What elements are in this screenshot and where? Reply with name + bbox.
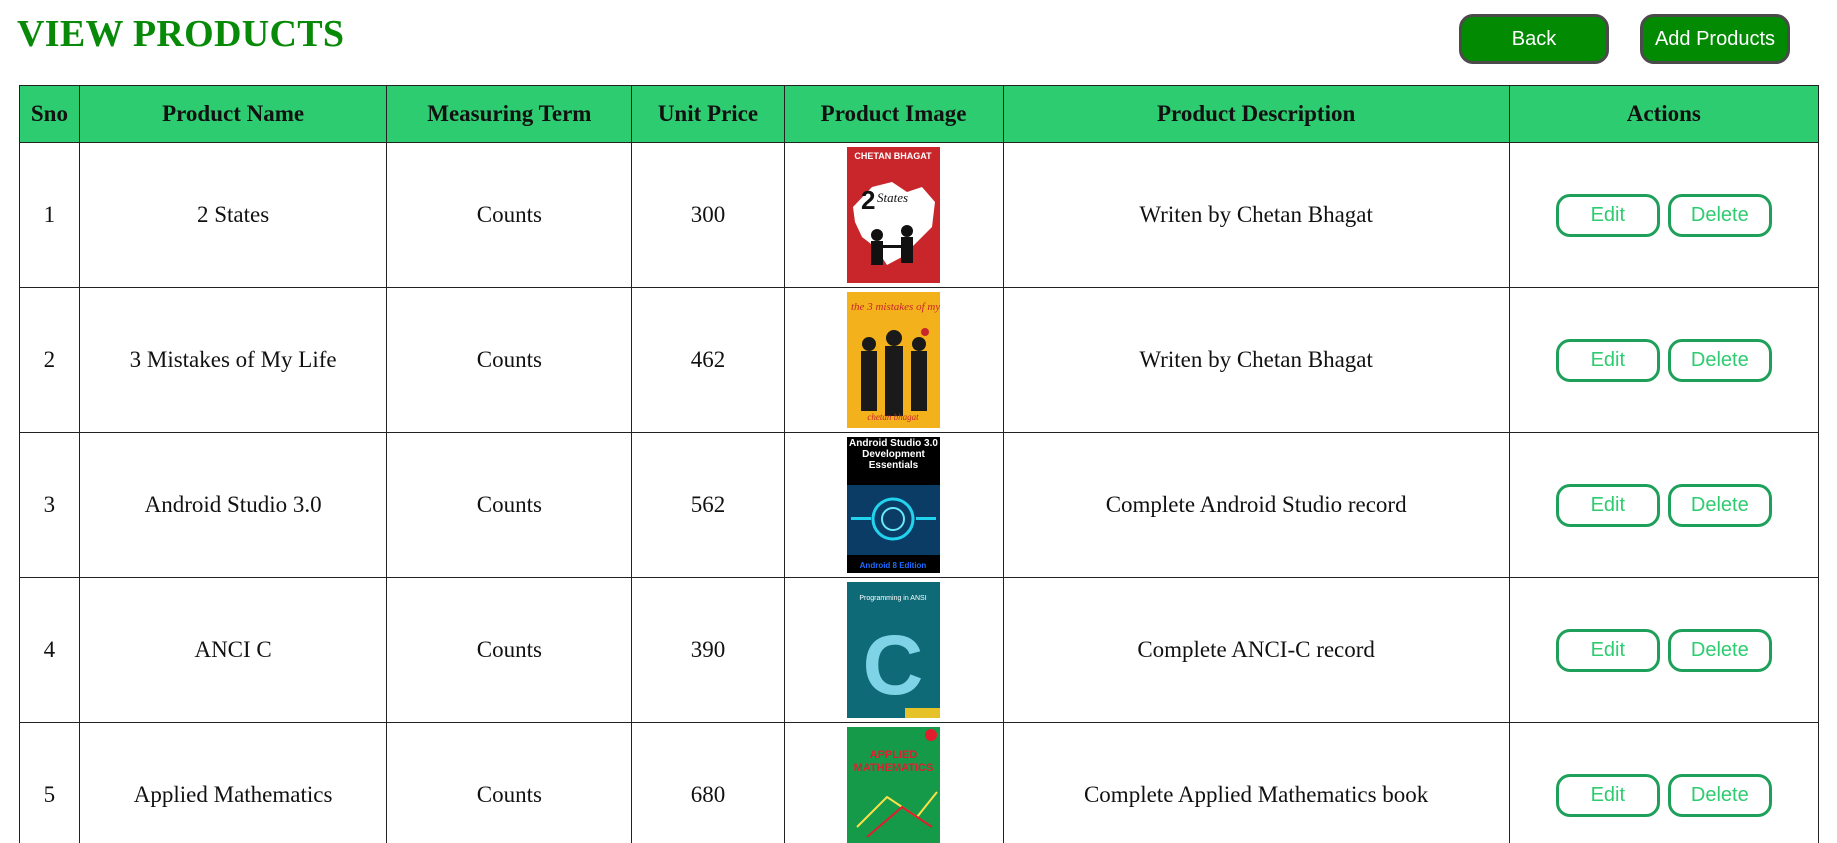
- cell-unit-price: 300: [631, 142, 785, 288]
- cell-measuring-term: Counts: [386, 142, 633, 288]
- view-products-page: VIEW PRODUCTS Back Add Products Sno Prod…: [0, 0, 1837, 843]
- row-actions: Edit Delete: [1510, 773, 1818, 817]
- cell-unit-price: 562: [631, 432, 785, 578]
- products-table: Sno Product Name Measuring Term Unit Pri…: [19, 85, 1820, 843]
- table-header-row: Sno Product Name Measuring Term Unit Pri…: [19, 85, 1820, 143]
- ansi-c-book-cover: Programming in ANSI C: [847, 582, 941, 718]
- android-studio-book-cover: Android Studio 3.0 Development Essential…: [847, 437, 941, 573]
- cell-sno: 1: [19, 142, 80, 288]
- table-row: 4 ANCI C Counts 390 Programming in ANSI …: [19, 577, 1820, 723]
- header-product-description: Product Description: [1002, 85, 1510, 143]
- delete-button[interactable]: Delete: [1667, 338, 1772, 382]
- header-actions: Actions: [1508, 85, 1820, 143]
- back-button[interactable]: Back: [1459, 14, 1609, 64]
- header-unit-price: Unit Price: [631, 85, 785, 143]
- add-products-button[interactable]: Add Products: [1640, 14, 1790, 64]
- cell-product-image: CHETAN BHAGAT 2 States: [783, 142, 1004, 288]
- cell-product-image: APPLIED MATHEMATICS: [783, 722, 1004, 843]
- page-title: VIEW PRODUCTS: [17, 13, 345, 55]
- cover-letter: C: [863, 618, 924, 712]
- cell-unit-price: 390: [631, 577, 785, 723]
- edit-button[interactable]: Edit: [1555, 338, 1660, 382]
- table-row: 5 Applied Mathematics Counts 680 APPLIED…: [19, 722, 1820, 843]
- cell-actions: Edit Delete: [1508, 142, 1820, 288]
- cell-actions: Edit Delete: [1508, 287, 1820, 433]
- edit-button[interactable]: Edit: [1555, 773, 1660, 817]
- edit-button[interactable]: Edit: [1555, 483, 1660, 527]
- table-row: 2 3 Mistakes of My Life Counts 462 the 3…: [19, 287, 1820, 433]
- cell-product-image: the 3 mistakes of my life chetan bhagat: [783, 287, 1004, 433]
- cell-sno: 3: [19, 432, 80, 578]
- cell-product-name: Applied Mathematics: [78, 722, 388, 843]
- edit-button[interactable]: Edit: [1555, 628, 1660, 672]
- cell-measuring-term: Counts: [386, 722, 633, 843]
- cover-edition: Android 8 Edition: [860, 561, 927, 570]
- table-row: 3 Android Studio 3.0 Counts 562 Android …: [19, 432, 1820, 578]
- cell-measuring-term: Counts: [386, 577, 633, 723]
- cover-title: APPLIED MATHEMATICS: [853, 749, 934, 774]
- 3-mistakes-book-cover: the 3 mistakes of my life chetan bhagat: [847, 292, 941, 428]
- cell-unit-price: 462: [631, 287, 785, 433]
- cover-author: chetan bhagat: [867, 412, 919, 422]
- cell-product-name: 2 States: [78, 142, 388, 288]
- delete-button[interactable]: Delete: [1667, 483, 1772, 527]
- table-row: 1 2 States Counts 300 CHETAN BHAGAT 2 St…: [19, 142, 1820, 288]
- cell-product-image: Android Studio 3.0 Development Essential…: [783, 432, 1004, 578]
- cover-title: CHETAN BHAGAT: [854, 151, 932, 161]
- cell-sno: 4: [19, 577, 80, 723]
- header-measuring-term: Measuring Term: [386, 85, 633, 143]
- applied-mathematics-book-cover: APPLIED MATHEMATICS: [847, 727, 941, 843]
- header-product-name: Product Name: [78, 85, 388, 143]
- cover-title: Android Studio 3.0 Development Essential…: [849, 438, 939, 471]
- row-actions: Edit Delete: [1510, 628, 1818, 672]
- cell-product-image: Programming in ANSI C: [783, 577, 1004, 723]
- delete-button[interactable]: Delete: [1667, 773, 1772, 817]
- edit-button[interactable]: Edit: [1555, 193, 1660, 237]
- cell-sno: 5: [19, 722, 80, 843]
- cover-title: the 3 mistakes of my life: [851, 301, 940, 313]
- svg-text:2: 2: [861, 185, 875, 215]
- cell-actions: Edit Delete: [1508, 432, 1820, 578]
- cell-unit-price: 680: [631, 722, 785, 843]
- cell-product-name: ANCI C: [78, 577, 388, 723]
- row-actions: Edit Delete: [1510, 338, 1818, 382]
- header-sno: Sno: [19, 85, 80, 143]
- header-product-image: Product Image: [783, 85, 1004, 143]
- cell-measuring-term: Counts: [386, 432, 633, 578]
- delete-button[interactable]: Delete: [1667, 193, 1772, 237]
- svg-text:States: States: [877, 190, 908, 205]
- cell-sno: 2: [19, 287, 80, 433]
- cell-product-description: Complete ANCI-C record: [1002, 577, 1510, 723]
- cell-measuring-term: Counts: [386, 287, 633, 433]
- cell-actions: Edit Delete: [1508, 577, 1820, 723]
- cell-actions: Edit Delete: [1508, 722, 1820, 843]
- cell-product-description: Writen by Chetan Bhagat: [1002, 142, 1510, 288]
- cell-product-name: 3 Mistakes of My Life: [78, 287, 388, 433]
- cell-product-description: Writen by Chetan Bhagat: [1002, 287, 1510, 433]
- cell-product-description: Complete Applied Mathematics book: [1002, 722, 1510, 843]
- cell-product-description: Complete Android Studio record: [1002, 432, 1510, 578]
- row-actions: Edit Delete: [1510, 483, 1818, 527]
- cover-title: Programming in ANSI: [859, 595, 926, 602]
- delete-button[interactable]: Delete: [1667, 628, 1772, 672]
- cell-product-name: Android Studio 3.0: [78, 432, 388, 578]
- 2-states-book-cover: CHETAN BHAGAT 2 States: [847, 147, 941, 283]
- row-actions: Edit Delete: [1510, 193, 1818, 237]
